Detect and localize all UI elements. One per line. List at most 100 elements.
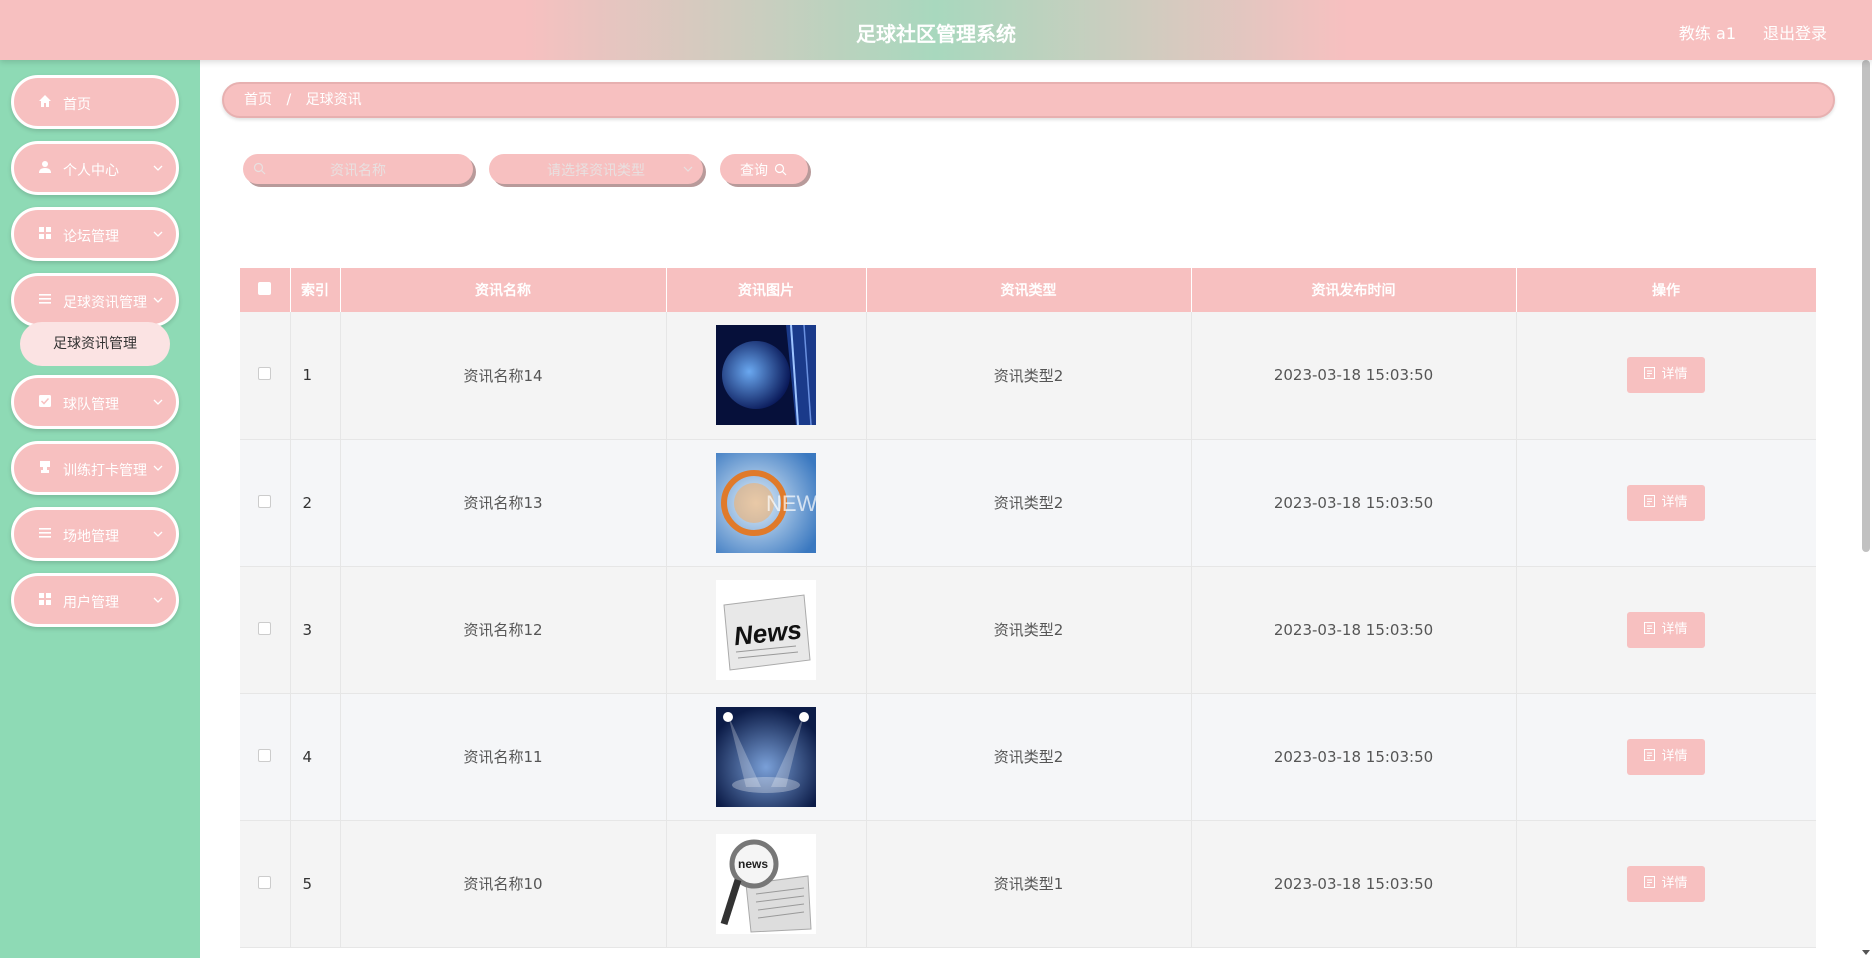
row-index: 5 [290,820,341,948]
chevron-down-icon [153,531,163,537]
sidebar-item-users[interactable]: 用户管理 [11,573,179,627]
query-button[interactable]: 查询 [720,154,808,184]
chevron-down-icon [153,399,163,405]
sidebar-item-label: 用户管理 [63,595,119,611]
breadcrumb-home[interactable]: 首页 [244,92,272,108]
chevron-down-icon [153,465,163,471]
breadcrumb: 首页 / 足球资讯 [222,82,1835,118]
sidebar-item-label: 场地管理 [63,529,119,545]
document-icon [1644,748,1656,761]
news-type-select[interactable]: 请选择资讯类型 [489,154,703,184]
grid-icon [39,593,51,605]
row-image-cell [666,312,867,440]
news-name-search-input[interactable]: 资讯名称 [243,154,473,184]
row-index: 4 [290,693,341,821]
search-placeholder: 资讯名称 [330,163,386,179]
sidebar-item-training[interactable]: 训练打卡管理 [11,441,179,495]
sidebar-item-home[interactable]: 首页 [11,75,179,129]
detail-button[interactable]: 详情 [1627,357,1705,394]
sidebar-item-profile[interactable]: 个人中心 [11,141,179,195]
detail-button[interactable]: 详情 [1627,484,1705,521]
sidebar: 首页 个人中心 论坛管理 足球资讯管理 足球资讯管理 球队管理 训练打卡管理 场… [0,60,200,958]
sidebar-item-forum[interactable]: 论坛管理 [11,207,179,261]
chevron-down-icon [153,597,163,603]
row-select-cell[interactable] [240,312,291,440]
scroll-down-arrow-icon[interactable] [1862,948,1870,956]
row-checkbox[interactable] [258,875,272,889]
select-all-cell[interactable] [240,268,291,312]
detail-button[interactable]: 详情 [1627,738,1705,775]
sidebar-item-venues[interactable]: 场地管理 [11,507,179,561]
sidebar-item-label: 球队管理 [63,397,119,413]
row-news-name: 资讯名称11 [340,693,667,821]
list-icon [39,294,51,304]
row-news-name: 资讯名称10 [340,820,667,948]
row-select-cell[interactable] [240,566,291,694]
row-checkbox[interactable] [258,621,272,635]
top-header: 足球社区管理系统 教练 a1 退出登录 [0,0,1872,60]
sidebar-item-label: 个人中心 [63,163,119,179]
news-thumbnail-image [716,706,816,807]
row-image-cell: NEWS [666,439,867,567]
row-actions-cell: 详情 [1516,693,1816,821]
table-row: 2 资讯名称13 NEWS 资讯类型2 2023-03-18 15:03:50 [240,439,1816,567]
row-select-cell[interactable] [240,439,291,567]
row-image-cell: News [666,566,867,694]
select-placeholder: 请选择资讯类型 [547,163,645,179]
column-header-actions: 操作 [1516,268,1816,312]
row-publish-time: 2023-03-18 15:03:50 [1191,312,1517,440]
chevron-down-icon [153,165,163,171]
row-select-cell[interactable] [240,820,291,948]
row-actions-cell: 详情 [1516,312,1816,440]
check-square-icon [39,395,51,407]
sidebar-item-label: 训练打卡管理 [63,463,147,479]
row-index: 2 [290,439,341,567]
select-all-checkbox[interactable] [258,281,272,295]
chevron-down-icon [683,166,693,172]
document-icon [1644,367,1656,380]
document-icon [1644,621,1656,634]
column-header-time: 资讯发布时间 [1191,268,1517,312]
row-news-name: 资讯名称12 [340,566,667,694]
detail-button-label: 详情 [1661,875,1688,891]
table-row: 3 资讯名称12 News 资讯类型2 2023-03-18 15:03:50 … [240,566,1816,694]
column-header-type: 资讯类型 [866,268,1192,312]
submenu-news-management[interactable]: 足球资讯管理 [20,322,170,366]
row-news-type: 资讯类型2 [866,439,1192,567]
detail-button-label: 详情 [1661,748,1688,764]
row-select-cell[interactable] [240,693,291,821]
table-row: 1 资讯名称14 资讯类型2 2023-03-18 15:03:50 详情 [240,312,1816,440]
user-icon [39,161,51,173]
document-icon [1644,494,1656,507]
grid-icon [39,227,51,239]
detail-button-label: 详情 [1661,621,1688,637]
svg-text:news: news [738,857,768,871]
row-checkbox[interactable] [258,367,272,381]
row-image-cell: news [666,820,867,948]
row-publish-time: 2023-03-18 15:03:50 [1191,566,1517,694]
scrollbar-thumb[interactable] [1862,60,1870,552]
row-checkbox[interactable] [258,748,272,762]
page-scrollbar[interactable] [1862,60,1870,958]
column-header-image: 资讯图片 [666,268,867,312]
detail-button[interactable]: 详情 [1627,865,1705,902]
row-index: 3 [290,566,341,694]
row-checkbox[interactable] [258,494,272,508]
news-thumbnail-image: NEWS [716,452,816,553]
chevron-down-icon [153,297,163,303]
chevron-down-icon [153,231,163,237]
detail-button-label: 详情 [1661,367,1688,383]
logout-link[interactable]: 退出登录 [1763,20,1827,44]
sidebar-item-teams[interactable]: 球队管理 [11,375,179,429]
news-thumbnail-image: News [716,579,816,680]
sidebar-item-news[interactable]: 足球资讯管理 [11,273,179,327]
detail-button[interactable]: 详情 [1627,611,1705,648]
row-actions-cell: 详情 [1516,439,1816,567]
table-header-row: 索引 资讯名称 资讯图片 资讯类型 资讯发布时间 操作 [240,268,1816,312]
breadcrumb-separator: / [286,92,292,108]
app-title: 足球社区管理系统 [856,22,1016,46]
row-publish-time: 2023-03-18 15:03:50 [1191,439,1517,567]
row-actions-cell: 详情 [1516,820,1816,948]
svg-text:NEWS: NEWS [766,491,816,516]
row-news-type: 资讯类型2 [866,566,1192,694]
